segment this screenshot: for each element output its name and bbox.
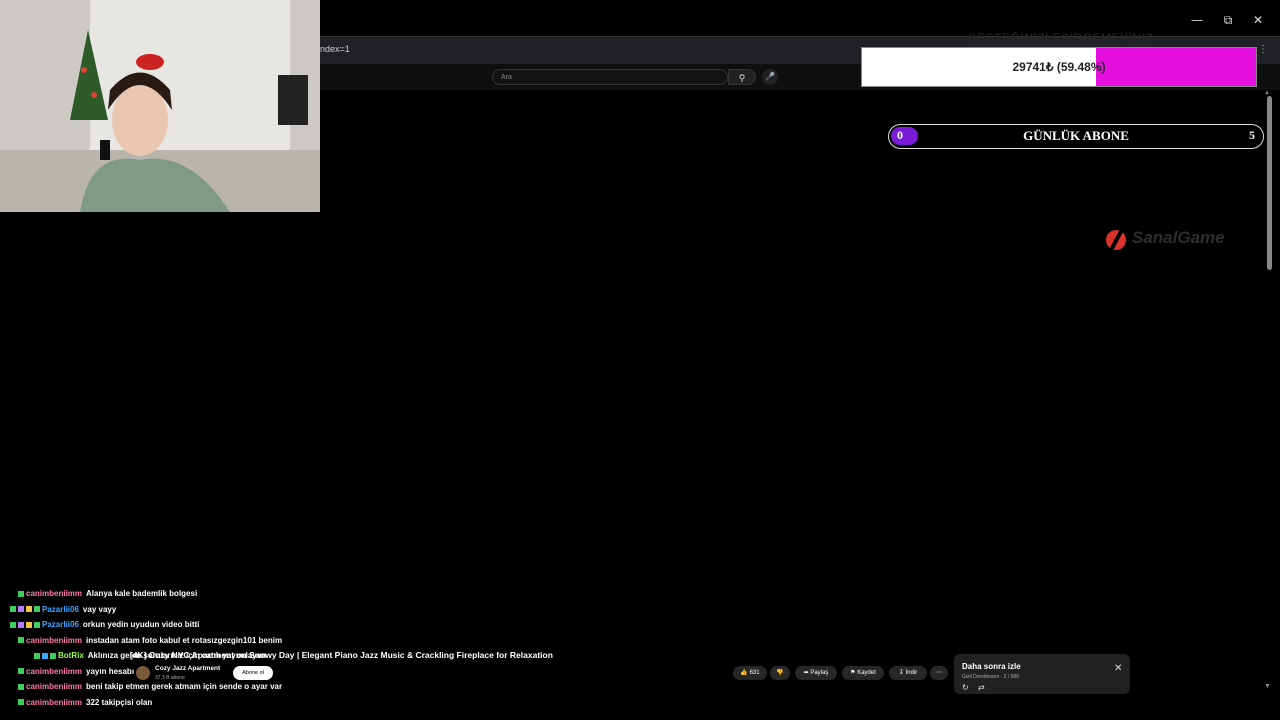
more-icon: ⋯ (936, 670, 942, 676)
menu-icon[interactable]: ⋮ (1258, 44, 1268, 55)
chat-badge-icon (26, 606, 32, 613)
minimize-icon[interactable]: — (1187, 10, 1207, 30)
download-label: İndir (905, 670, 918, 676)
dislike-button[interactable]: 👎 (770, 666, 790, 680)
logo-mark (1106, 221, 1128, 253)
channel-name[interactable]: Cozy Jazz Apartment (155, 665, 220, 672)
donation-goal-text: 29741₺ (59.48%) (1012, 60, 1106, 74)
esports-logo-icon: SanalGame (1104, 221, 1260, 254)
restore-icon[interactable]: ⧉ (1218, 10, 1238, 30)
chat-text: orkun yedin uyudun video bitti (82, 620, 200, 629)
chat-badge-icon (10, 621, 16, 628)
like-button[interactable]: 👍 631 (733, 666, 767, 680)
download-button[interactable]: ↧ İndir (889, 666, 927, 680)
chat-message: canimbeniimm yayın hesabı (18, 665, 134, 679)
chat-username[interactable]: canimbeniimm (26, 589, 82, 598)
overlay-ghost-text: DESTEĞİNİZİ ESİRGEMEYİNİZ (968, 31, 1154, 45)
watch-later-subtitle: Gizli Dorotheann - 2 / 586 (962, 674, 1019, 680)
thumbs-down-icon: 👎 (776, 670, 784, 676)
chat-username[interactable]: canimbeniimm (26, 682, 82, 691)
scroll-down-arrow-icon[interactable]: ▼ (1264, 683, 1271, 690)
shuffle-icon[interactable]: ⇄ (978, 683, 985, 692)
search-input[interactable]: Ara (492, 69, 728, 85)
save-label: Kaydet (857, 670, 876, 676)
chat-badge-icon (18, 621, 24, 628)
logo-text: SanalGame (1132, 228, 1225, 247)
share-icon: ➦ (803, 670, 809, 676)
subscriber-goal-target: 5 (1249, 128, 1255, 142)
chat-message: canimbeniimm instadan atam foto kabul et … (18, 634, 282, 648)
bookmark-icon: ⚑ (850, 670, 856, 676)
subscriber-goal-label: GÜNLÜK ABONE (1023, 128, 1129, 143)
loop-icon[interactable]: ↻ (962, 683, 969, 692)
chat-badge-icon (50, 652, 56, 659)
chat-text: Alanya kale bademlik bolgesi (86, 589, 198, 598)
chat-badge-icon (42, 652, 48, 659)
download-icon: ↧ (898, 670, 904, 676)
like-count: 631 (749, 670, 760, 676)
microphone-icon[interactable]: 🎤 (762, 69, 778, 85)
chat-badge-icon (34, 621, 40, 628)
close-icon[interactable]: ✕ (1114, 663, 1122, 674)
chat-message: canimbeniimm 322 takipçisi olan (18, 696, 152, 710)
chat-username[interactable]: Pazarlii06 (42, 605, 79, 614)
url-text: ndex=1 (320, 44, 350, 54)
save-button[interactable]: ⚑ Kaydet (842, 666, 884, 680)
thumbs-up-icon: 👍 (740, 670, 748, 676)
chat-badge-icon (10, 606, 16, 613)
chat-message: BotRix Aklınıza gelen sorularınız için ca… (34, 649, 266, 663)
chat-text: beni takip etmen gerek atmam için sende … (86, 682, 283, 691)
daily-subscriber-goal: 0 GÜNLÜK ABONE 5 (888, 124, 1264, 149)
chat-text: yayın hesabı (86, 666, 135, 676)
chat-badge-icon (18, 699, 24, 706)
chat-badge-icon (18, 606, 24, 613)
watch-later-panel[interactable]: Daha sonra izle Gizli Dorotheann - 2 / 5… (954, 654, 1130, 694)
chat-badge-icon (34, 652, 40, 659)
chat-badge-icon (18, 668, 24, 675)
chat-message: canimbeniimm Alanya kale bademlik bolgesi (18, 587, 197, 601)
share-label: Paylaş (810, 670, 829, 676)
chat-text: vay vayy (82, 604, 117, 614)
channel-avatar[interactable] (136, 666, 150, 680)
chat-badge-icon (18, 637, 24, 644)
chat-username[interactable]: BotRix (58, 651, 84, 660)
chat-badge-icon (26, 621, 32, 628)
chat-message: canimbeniimm beni takip etmen gerek atmam… (18, 680, 282, 694)
chat-message: Pazarlii06 vay vayy (10, 603, 116, 617)
chat-text: instadan atam foto kabul et rotasızgezgi… (86, 635, 283, 645)
chat-message: Pazarlii06 orkun yedin uyudun video bitti (10, 618, 199, 632)
chat-badge-icon (18, 590, 24, 597)
more-options-button[interactable]: ⋯ (930, 666, 948, 680)
chat-username[interactable]: canimbeniimm (26, 698, 82, 707)
share-button[interactable]: ➦ Paylaş (795, 666, 837, 680)
chat-text: 322 takipçisi olan (86, 697, 153, 707)
chat-badge-icon (34, 606, 40, 613)
chat-username[interactable]: Pazarlii06 (42, 620, 79, 629)
scrollbar-thumb[interactable] (1267, 96, 1272, 270)
search-icon[interactable]: ⚲ (728, 69, 756, 85)
chat-badge-icon (18, 683, 24, 690)
chat-username[interactable]: canimbeniimm (26, 636, 82, 645)
close-icon[interactable]: ✕ (1248, 10, 1268, 30)
webcam-feed (0, 0, 320, 212)
subscribe-button[interactable]: Abone ol (233, 666, 273, 680)
webcam-image (0, 0, 320, 212)
donation-goal-bar: 29741₺ (59.48%) (861, 47, 1257, 87)
watch-later-title: Daha sonra izle (962, 662, 1021, 671)
chat-username[interactable]: canimbeniimm (26, 667, 82, 676)
chat-text: Aklınıza gelen sorularınız için canlı ya… (87, 651, 267, 660)
